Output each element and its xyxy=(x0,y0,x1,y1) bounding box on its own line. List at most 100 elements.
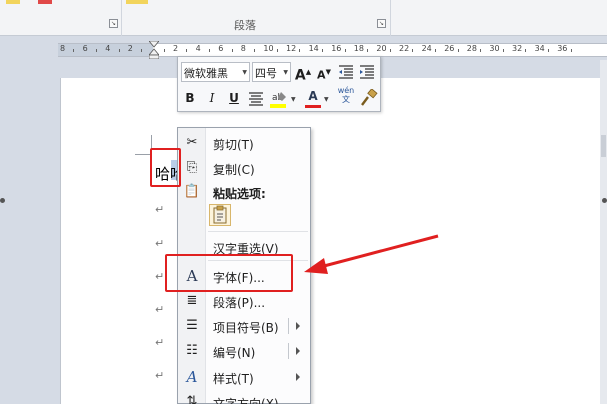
paragraph-mark: ↵ xyxy=(155,303,165,316)
split-divider xyxy=(288,318,289,334)
underline-button[interactable]: U xyxy=(226,88,242,108)
bold-button[interactable]: B xyxy=(182,88,198,108)
menu-item-styles-label: 样式(T) xyxy=(213,372,254,386)
clipboard-icon: 📋 xyxy=(183,184,201,199)
submenu-arrow-icon[interactable] xyxy=(296,322,300,330)
menu-item-numbering[interactable]: ☷ 编号(N) xyxy=(178,339,310,363)
menu-item-paragraph-label: 段落(P)... xyxy=(213,296,266,310)
mini-toolbar: 微软雅黑 ▼ 四号 ▼ A▲ A▼ B I U ab ▼ A ▼ wén 文 xyxy=(177,56,381,112)
ruler-number: 26 xyxy=(444,44,455,53)
ruler-tick xyxy=(95,49,97,52)
ruler-tick xyxy=(321,49,323,52)
ruler-number: 6 xyxy=(218,44,224,53)
chevron-down-icon: ▼ xyxy=(242,69,247,76)
increase-indent-icon[interactable] xyxy=(359,64,375,80)
paragraph-icon: ≣ xyxy=(186,293,198,308)
paragraph-mark: ↵ xyxy=(155,270,165,283)
split-divider xyxy=(288,343,289,359)
shrink-font-icon: A xyxy=(317,68,326,82)
horizontal-ruler[interactable]: 8 6 4 2 2 4 6 8 10 12 14 16 18 20 22 24 26 28 30 32 34 36 xyxy=(58,43,607,57)
ruler-number: 2 xyxy=(173,44,179,53)
ruler-number: 36 xyxy=(557,44,568,53)
ribbon-separator xyxy=(121,0,122,36)
chevron-down-icon[interactable]: ▼ xyxy=(324,96,329,103)
ruler-number: 32 xyxy=(512,44,523,53)
italic-button[interactable]: I xyxy=(204,88,220,108)
ruler-tick xyxy=(389,49,391,52)
font-dialog-launcher-icon[interactable]: ↘ xyxy=(109,19,118,28)
ruler-tick xyxy=(434,49,436,52)
ruler-number: 16 xyxy=(331,44,342,53)
ruler-number: 28 xyxy=(466,44,477,53)
menu-item-text-direction[interactable]: ⇅ 文字方向(X)... xyxy=(178,390,310,404)
annotation-box-font xyxy=(165,254,293,292)
menu-item-copy[interactable]: ⎘ 复制(C) xyxy=(178,156,310,180)
menu-item-bullets[interactable]: ☰ 项目符号(B) xyxy=(178,314,310,338)
indent-marker-icon[interactable] xyxy=(149,41,159,59)
ruler-tick xyxy=(276,49,278,52)
menu-item-paragraph[interactable]: ≣ 段落(P)... xyxy=(178,289,310,313)
font-color-swatch xyxy=(305,105,321,108)
menu-item-paste-options-header: 📋 粘贴选项: xyxy=(178,180,310,204)
phonetic-guide-button[interactable]: wén 文 xyxy=(336,86,356,110)
menu-item-bullets-label: 项目符号(B) xyxy=(213,321,279,335)
resize-handle-left xyxy=(0,198,5,203)
ruler-tick xyxy=(570,49,572,52)
ruler-tick xyxy=(73,49,75,52)
ruler-number: 4 xyxy=(195,44,201,53)
ruler-number: 14 xyxy=(308,44,319,53)
ruler-tick xyxy=(118,49,120,52)
ribbon-separator xyxy=(390,0,391,36)
ruler-tick xyxy=(412,49,414,52)
text-direction-icon: ⇅ xyxy=(186,394,198,404)
ruler-tick xyxy=(254,49,256,52)
submenu-arrow-icon xyxy=(296,373,300,381)
grow-font-icon: A xyxy=(294,67,306,84)
chevron-down-icon[interactable]: ▼ xyxy=(291,96,296,103)
ruler-number: 10 xyxy=(263,44,274,53)
shrink-font-button[interactable]: A▼ xyxy=(315,62,333,82)
font-name-dropdown[interactable]: 微软雅黑 ▼ xyxy=(181,62,250,82)
menu-item-cut[interactable]: ✂ 剪切(T) xyxy=(178,131,310,155)
numbering-icon: ☷ xyxy=(186,343,198,358)
submenu-arrow-icon[interactable] xyxy=(296,347,300,355)
menu-item-copy-label: 复制(C) xyxy=(213,163,255,177)
ruler-tick xyxy=(547,49,549,52)
font-color-button[interactable]: A xyxy=(305,86,321,106)
center-align-icon[interactable] xyxy=(248,92,264,106)
decrease-indent-icon[interactable] xyxy=(338,64,354,80)
highlight-color-icon[interactable]: ab xyxy=(269,89,289,109)
ruler-tick xyxy=(163,49,165,52)
scrollbar-thumb[interactable] xyxy=(601,135,606,157)
ruler-number: 18 xyxy=(353,44,364,53)
paste-clipboard-icon xyxy=(213,205,227,224)
menu-divider xyxy=(208,231,308,232)
ruler-number: 34 xyxy=(534,44,545,53)
font-size-value: 四号 xyxy=(255,67,277,80)
chevron-down-icon: ▼ xyxy=(283,69,288,76)
paragraph-mark: ↵ xyxy=(155,336,165,349)
ruler-tick xyxy=(208,49,210,52)
ruler-tick xyxy=(186,49,188,52)
ruler-tick xyxy=(231,49,233,52)
ruler-number: 6 xyxy=(82,44,88,53)
ruler-number: 2 xyxy=(127,44,133,53)
ruler-tick xyxy=(367,49,369,52)
annotation-arrow-icon xyxy=(304,234,439,274)
paste-options-label: 粘贴选项: xyxy=(213,187,266,201)
paste-keep-format-button[interactable] xyxy=(209,204,231,226)
menu-item-styles[interactable]: A 样式(T) xyxy=(178,365,310,389)
ruler-tick xyxy=(502,49,504,52)
vertical-scrollbar[interactable] xyxy=(600,60,607,404)
format-painter-icon[interactable] xyxy=(360,89,378,107)
ruler-tick xyxy=(525,49,527,52)
paragraph-group-label: 段落 xyxy=(234,19,256,32)
ruler-tick xyxy=(299,49,301,52)
font-size-dropdown[interactable]: 四号 ▼ xyxy=(252,62,291,82)
paragraph-dialog-launcher-icon[interactable]: ↘ xyxy=(377,19,386,28)
paragraph-mark: ↵ xyxy=(155,369,165,382)
ruler-tick xyxy=(480,49,482,52)
copy-icon: ⎘ xyxy=(186,160,198,175)
grow-font-button[interactable]: A▲ xyxy=(294,62,312,84)
ruler-tick xyxy=(141,49,143,52)
